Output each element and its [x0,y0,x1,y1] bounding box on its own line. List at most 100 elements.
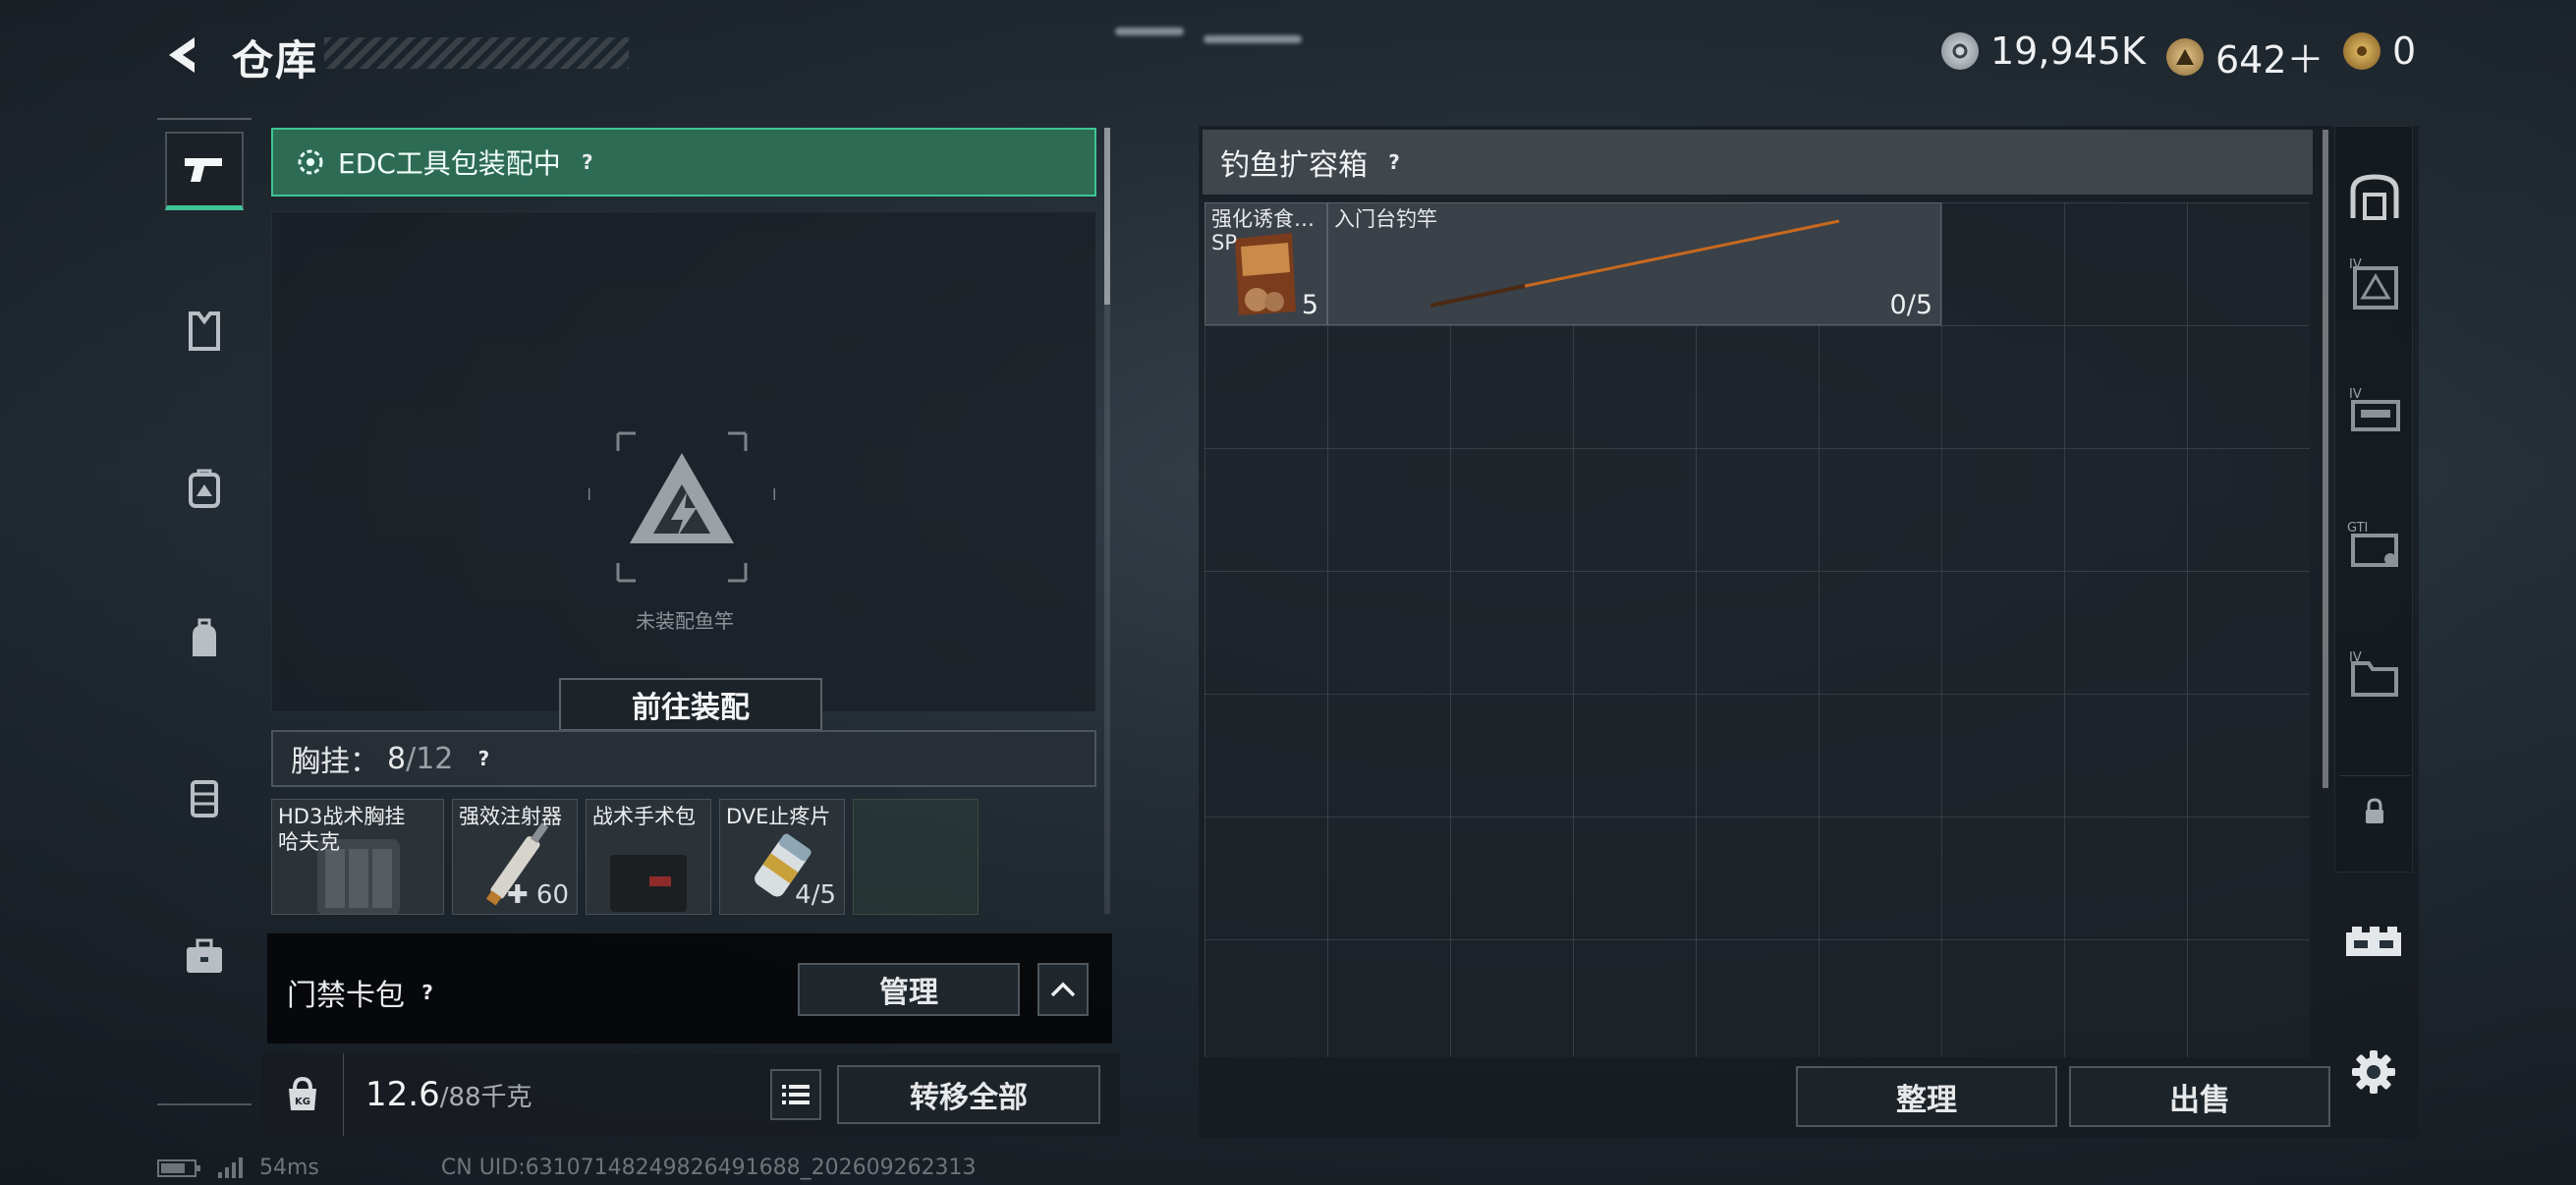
equipment-panel: EDC工具包装配中 ? 未装配鱼竿 前往装配 胸挂： 8/12 ? HD3战术胸… [267,123,1112,919]
svg-text:IV: IV [2349,387,2362,402]
help-icon[interactable]: ? [415,980,440,1005]
tab-folder-case[interactable]: IV [2339,640,2410,710]
triangle-coin-icon [2166,37,2204,76]
weight-readout: 12.6/88千克 [365,1075,532,1114]
list-icon [782,1085,810,1104]
container-panel: 钓鱼扩容箱 ? 强化诱食… SP 5 入门台钓竿 0/5 整理 出售 [1199,126,2419,1138]
weight-current: 12.6 [365,1075,440,1114]
equipment-scroll-thumb[interactable] [1104,128,1110,305]
help-icon[interactable]: ? [471,746,496,771]
ping-readout: 54ms [259,1156,319,1180]
tab-gti-case[interactable]: GTI [2339,510,2410,581]
goto-equip-button[interactable]: 前往装配 [559,678,822,731]
vest-count: 8 [387,741,407,776]
container-scroll-thumb[interactable] [2323,130,2328,788]
list-view-button[interactable] [770,1069,821,1120]
weight-max: /88千克 [439,1083,532,1112]
empty-slot-frame [588,431,775,583]
collapse-button[interactable] [1037,963,1089,1016]
tab-triangle-case[interactable]: IV [2339,249,2410,319]
grid-item-name: 强化诱食… SP [1211,207,1315,254]
status-footer: 54ms CN UID:63107148249826491688_2026092… [157,1156,977,1180]
weight-bar: KG 12.6/88千克 转移全部 [261,1053,1120,1136]
triangle-case-icon: IV [2349,257,2398,310]
manage-button[interactable]: 管理 [798,963,1020,1016]
vest-header: 胸挂： 8/12 ? [271,730,1096,787]
nav-item-weapons[interactable] [165,132,244,210]
nav-item-armor[interactable] [165,292,244,370]
vest-item-hd3[interactable]: HD3战术胸挂 哈夫克 [271,799,444,915]
grid-item-bait[interactable]: 强化诱食… SP 5 [1204,202,1327,325]
tab-safe-box[interactable] [2339,162,2410,233]
lock-icon [2366,797,2383,823]
vest-item-surgery-kit[interactable]: 战术手术包 [586,799,711,915]
container-header: 钓鱼扩容箱 ? [1203,130,2313,195]
sell-button[interactable]: 出售 [2069,1066,2330,1127]
gear-spin-icon [298,149,323,175]
tab-weapon-case[interactable]: IV [2339,376,2410,447]
grid-item-count: 0/5 [1889,290,1932,320]
vest-item-name: 战术手术包 [592,805,696,828]
gold-coin-icon [2343,32,2380,70]
fishing-rod-slot[interactable]: 未装配鱼竿 前往装配 [271,211,1096,731]
battery-icon [157,1158,200,1177]
vest-label: 胸挂： [291,745,379,779]
uid-label: CN UID:63107148249826491688_202609262313 [440,1156,977,1180]
vest-item-name: HD3战术胸挂 哈夫克 [278,805,406,854]
grid-item-name: 入门台钓竿 [1334,207,1437,231]
currency-silver: 19,945K [1941,29,2146,73]
currency-triangle: 642＋ [2166,29,2324,84]
vest-item-injector[interactable]: 强效注射器 ✚ 60 [452,799,578,915]
weight-icon-box: KG [261,1053,344,1136]
backpack-icon [193,618,216,656]
tab-locked[interactable] [2339,775,2410,846]
vest-item-empty[interactable] [853,799,979,915]
help-icon[interactable]: ? [1381,149,1407,175]
settings-button[interactable] [2334,1038,2413,1106]
currency-value: 19,945K [1990,29,2146,73]
silver-coin-icon [1941,32,1979,70]
chest-rig-icon [191,780,218,818]
vest-item-count: ✚ 60 [506,880,569,910]
nav-item-backpack[interactable] [165,599,244,678]
container-title: 钓鱼扩容箱 [1220,148,1368,183]
edc-kit-banner[interactable]: EDC工具包装配中 ? [271,128,1096,197]
currency-value: 0 [2392,29,2417,73]
empty-slot-label: 未装配鱼竿 [636,609,734,633]
keycard-wallet-bar: 门禁卡包 ? 管理 [267,933,1112,1044]
expand-containers-button[interactable] [2334,908,2413,977]
nav-item-case[interactable] [165,918,244,996]
top-bar: 仓库 19,945K 642＋ 0 [0,0,2576,108]
grid-item-fishing-rod[interactable]: 入门台钓竿 0/5 [1327,202,1941,325]
vest-capacity: /12 [406,741,454,776]
container-grid[interactable]: 强化诱食… SP 5 入门台钓竿 0/5 [1204,202,2310,1057]
vest-item-name: DVE止疼片 [726,805,831,828]
nav-item-helmet[interactable] [165,449,244,528]
title-hatch-decoration [324,37,629,69]
currency-value: 642＋ [2215,38,2324,82]
weapon-case-icon: IV [2349,387,2400,431]
svg-text:GTI: GTI [2347,521,2368,536]
page-title: 仓库 [232,36,319,85]
container-tab-strip: IV IV GTI IV [2334,126,2413,873]
edc-kit-label: EDC工具包装配中 [338,147,561,180]
briefcase-icon [187,938,222,973]
help-icon[interactable]: ? [575,149,600,175]
kettlebell-icon: KG [288,1076,316,1110]
keycard-label-group: 门禁卡包 ? [287,971,440,1014]
chevron-up-icon [1050,982,1076,997]
container-stack-icon [2346,927,2401,956]
pistol-icon [185,157,222,182]
back-arrow-icon [169,37,195,73]
signal-icon [218,1157,243,1178]
back-button[interactable] [157,29,208,81]
gti-case-icon: GTI [2347,521,2398,567]
transfer-all-button[interactable]: 转移全部 [837,1065,1100,1124]
keycard-label: 门禁卡包 [287,979,405,1013]
sort-button[interactable]: 整理 [1796,1066,2057,1127]
gear-icon [2352,1050,2395,1094]
armor-vest-icon [189,311,220,351]
nav-item-chest-rig[interactable] [165,759,244,837]
vest-item-painkiller[interactable]: DVE止疼片 4/5 [719,799,845,915]
grid-item-count: 5 [1301,290,1318,320]
